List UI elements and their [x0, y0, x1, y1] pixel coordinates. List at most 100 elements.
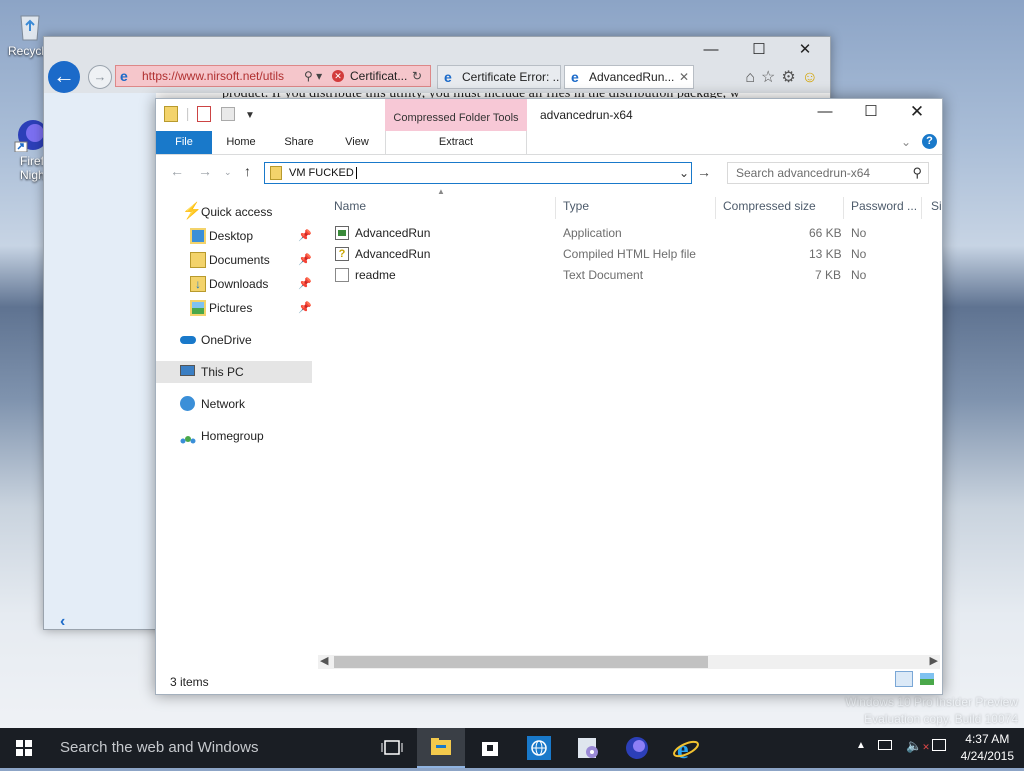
scroll-left-arrow-icon[interactable]: ◀ [320, 654, 328, 667]
search-box[interactable]: Search advancedrun-x64 ⚲ [727, 162, 929, 184]
browser-address-bar[interactable]: e https://www.nirsoft.net/utils ⚲ ▾ ✕ Ce… [115, 65, 431, 87]
quick-access-toolbar: | ▼ [164, 105, 255, 123]
back-arrow-icon[interactable]: ← [48, 61, 80, 93]
nav-pictures[interactable]: Pictures 📌 [156, 297, 314, 319]
address-bar[interactable]: VM FUCKED ⌄ [264, 162, 692, 184]
nav-quick-access[interactable]: ⚡ Quick access [156, 201, 314, 223]
tab-file[interactable]: File [156, 131, 212, 154]
address-input[interactable]: VM FUCKED [289, 167, 354, 179]
large-icons-view-icon[interactable] [920, 673, 934, 685]
browser-maximize-button[interactable]: ☐ [736, 39, 782, 61]
smiley-icon[interactable]: ☺ [802, 69, 824, 86]
explorer-window[interactable]: | ▼ Compressed Folder Tools advancedrun-… [155, 98, 943, 695]
browser-close-button[interactable]: ✕ [782, 39, 828, 61]
back-icon[interactable]: ← [170, 163, 184, 179]
column-password[interactable]: Password ... [851, 197, 917, 215]
go-arrow-icon[interactable]: → [697, 164, 711, 180]
show-hidden-icons-icon[interactable]: ▲ [856, 740, 866, 751]
address-dropdown-icon[interactable]: ⌄ [679, 163, 689, 183]
column-divider[interactable] [843, 197, 844, 219]
internet-explorer-icon: e [673, 735, 699, 764]
tab-view[interactable]: View [334, 131, 380, 154]
taskbar-media-app[interactable] [564, 728, 612, 768]
ribbon-expand-icon[interactable]: ⌄ [901, 135, 911, 149]
start-button[interactable] [0, 728, 48, 768]
column-size[interactable]: Si [931, 197, 942, 215]
status-item-count: 3 items [170, 675, 209, 689]
nav-network[interactable]: Network [156, 393, 314, 415]
nav-onedrive[interactable]: OneDrive [156, 329, 314, 351]
task-view-button[interactable] [368, 728, 416, 768]
search-icon[interactable]: ⚲ [912, 163, 922, 183]
store-icon [482, 742, 498, 756]
search-input[interactable]: Search advancedrun-x64 [736, 166, 870, 180]
taskbar-file-explorer[interactable] [417, 728, 465, 768]
home-icon[interactable]: ⌂ [745, 69, 761, 86]
nav-documents[interactable]: Documents 📌 [156, 249, 314, 271]
horizontal-scrollbar[interactable]: ◀ ▶ [318, 655, 940, 669]
network-icon[interactable] [878, 740, 892, 750]
scroll-right-arrow-icon[interactable]: ▶ [930, 654, 938, 667]
scrollbar-thumb[interactable] [334, 656, 708, 668]
close-tab-icon[interactable]: ✕ [679, 66, 689, 88]
pin-icon[interactable]: 📌 [298, 297, 312, 319]
file-row[interactable]: readme Text Document 7 KB No [329, 265, 869, 286]
taskbar-store[interactable] [466, 728, 514, 768]
taskbar-firefox-nightly[interactable] [613, 728, 661, 768]
volume-muted-icon[interactable]: 🔈✕ [906, 738, 930, 754]
taskbar-search-box[interactable]: Search the web and Windows [48, 728, 368, 768]
column-type[interactable]: Type [563, 197, 589, 215]
search-icon[interactable]: ⚲ ▾ [302, 66, 325, 86]
browser-toolbar-icons: ⌂☆⚙☺ [745, 67, 824, 87]
explorer-maximize-button[interactable]: ☐ [848, 99, 894, 127]
tab-advancedrun[interactable]: e AdvancedRun... ✕ [564, 65, 694, 89]
clock[interactable]: 4:37 AM 4/24/2015 [961, 731, 1014, 765]
gear-icon[interactable]: ⚙ [781, 69, 801, 86]
navigation-pane: ⚡ Quick access Desktop 📌 Documents 📌 ↓ D… [156, 197, 316, 677]
favorites-star-icon[interactable]: ☆ [761, 69, 781, 86]
scroll-left-icon[interactable]: ‹ [60, 613, 65, 631]
nav-label: Pictures [209, 301, 253, 315]
svg-text:e: e [677, 735, 689, 764]
forward-arrow-icon[interactable]: → [88, 65, 112, 89]
nav-label: Downloads [209, 277, 269, 291]
help-icon[interactable]: ? [922, 134, 937, 149]
tab-extract[interactable]: Extract [385, 131, 527, 154]
properties-icon[interactable] [197, 106, 212, 123]
action-center-icon[interactable] [932, 739, 946, 751]
column-divider[interactable] [715, 197, 716, 219]
column-divider[interactable] [921, 197, 922, 219]
certificate-error-label[interactable]: Certificat... [350, 66, 408, 86]
tab-share[interactable]: Share [276, 131, 322, 154]
pin-icon[interactable]: 📌 [298, 249, 312, 271]
column-name[interactable]: Name [334, 197, 366, 215]
explorer-close-button[interactable]: ✕ [894, 99, 940, 127]
pin-icon[interactable]: 📌 [298, 273, 312, 295]
recent-locations-icon[interactable]: ⌄ [224, 167, 232, 178]
nav-label: Network [201, 397, 246, 411]
nav-downloads[interactable]: ↓ Downloads 📌 [156, 273, 314, 295]
certificate-error-icon[interactable]: ✕ [332, 70, 344, 82]
explorer-minimize-button[interactable]: — [802, 99, 848, 127]
details-view-icon[interactable] [894, 671, 913, 687]
column-compressed-size[interactable]: Compressed size [723, 197, 816, 215]
nav-this-pc[interactable]: This PC [156, 361, 312, 383]
taskbar-internet-explorer[interactable]: e [662, 728, 710, 768]
column-divider[interactable] [555, 197, 556, 219]
file-row[interactable]: AdvancedRun Application 66 KB No [329, 223, 869, 244]
tab-certificate-error[interactable]: e Certificate Error: ... [437, 65, 561, 89]
compressed-folder-tools-label: Compressed Folder Tools [385, 99, 527, 132]
nav-desktop[interactable]: Desktop 📌 [156, 225, 314, 247]
qat-dropdown-icon[interactable]: ▼ [245, 110, 255, 121]
new-folder-icon[interactable] [221, 107, 236, 122]
forward-icon[interactable]: → [198, 163, 212, 179]
taskbar-browser-spartan[interactable] [515, 728, 563, 768]
nav-homegroup[interactable]: Homegroup [156, 425, 314, 447]
pin-icon[interactable]: 📌 [298, 225, 312, 247]
tab-home[interactable]: Home [218, 131, 264, 154]
browser-minimize-button[interactable]: — [688, 39, 734, 61]
refresh-icon[interactable]: ↻ [412, 66, 423, 86]
up-arrow-icon[interactable]: ↑ [244, 163, 251, 179]
file-type: Application [563, 226, 622, 240]
file-row[interactable]: ? AdvancedRun Compiled HTML Help file 13… [329, 244, 869, 265]
